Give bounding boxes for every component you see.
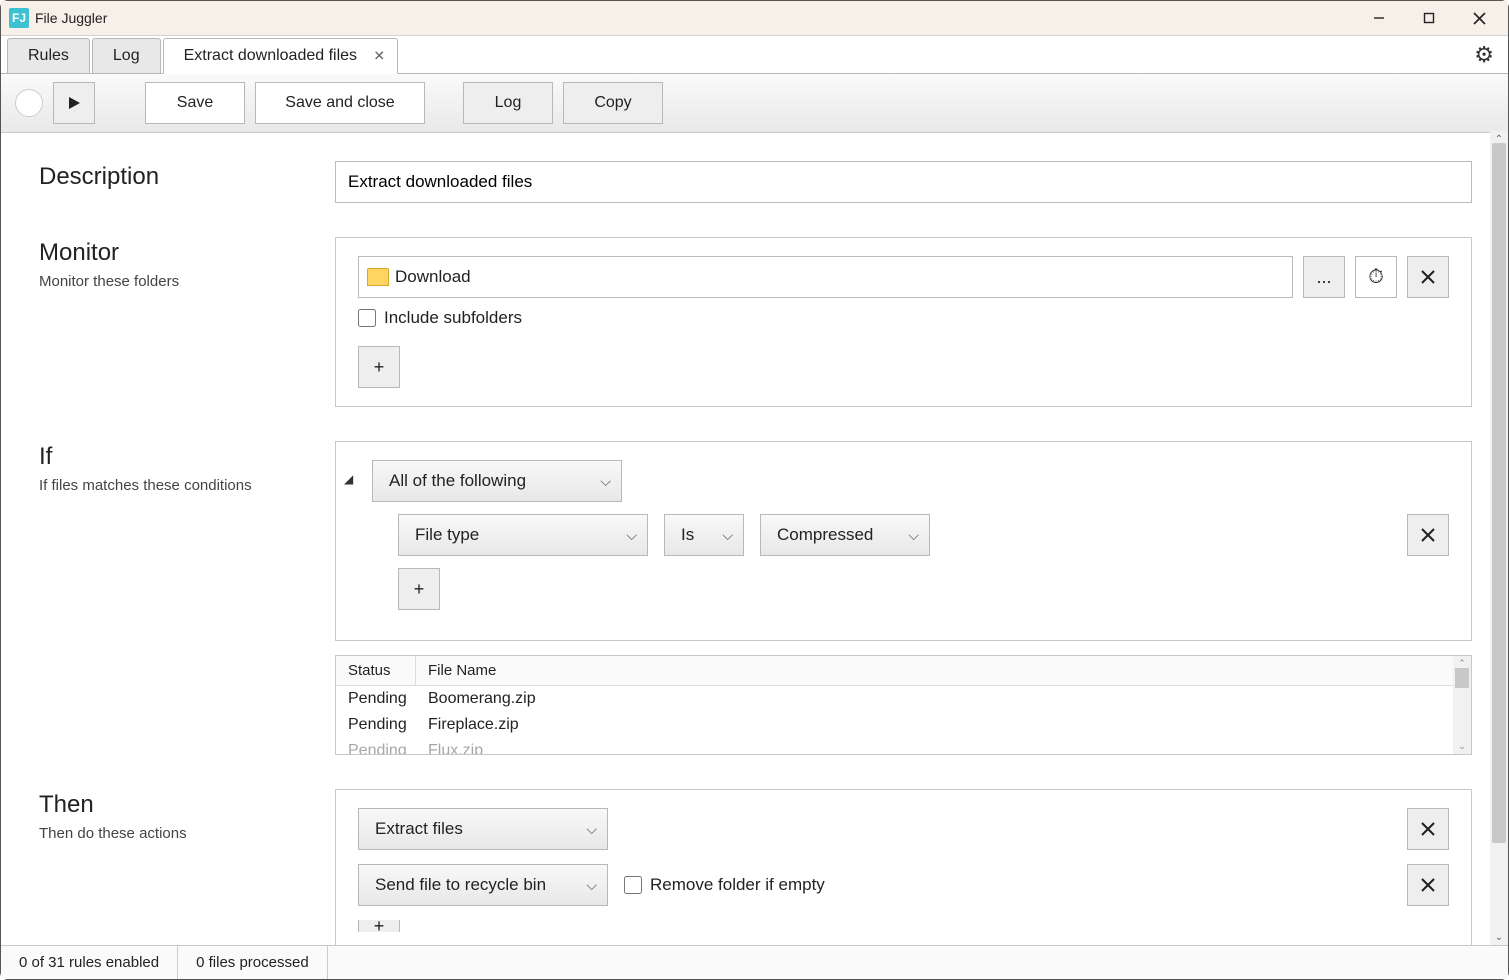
col-filename[interactable]: File Name [416, 656, 1471, 685]
then-heading: Then [39, 791, 335, 819]
description-input[interactable] [335, 161, 1472, 203]
x-icon [1421, 822, 1435, 836]
add-monitor-button[interactable]: + [358, 346, 400, 388]
tab-log[interactable]: Log [92, 38, 161, 74]
maximize-button[interactable] [1404, 1, 1454, 36]
scroll-down-icon: ⌄ [1490, 929, 1508, 945]
include-subfolders-label: Include subfolders [384, 308, 522, 328]
action2-dropdown[interactable]: Send file to recycle bin [358, 864, 608, 906]
enable-rule-toggle[interactable] [15, 89, 43, 117]
table-row[interactable]: Pending Boomerang.zip [336, 686, 1471, 712]
monitor-heading: Monitor [39, 239, 335, 267]
table-row[interactable]: Pending Fireplace.zip [336, 712, 1471, 738]
remove-condition-button[interactable] [1407, 514, 1449, 556]
matched-files-table: Status File Name Pending Boomerang.zip P… [335, 655, 1472, 755]
then-subheading: Then do these actions [39, 825, 335, 842]
scroll-down-icon: ⌄ [1453, 741, 1471, 752]
action1-dropdown[interactable]: Extract files [358, 808, 608, 850]
stopwatch-icon: ⏱ [1368, 266, 1384, 289]
condition-value-dropdown[interactable]: Compressed [760, 514, 930, 556]
monitor-remove-button[interactable] [1407, 256, 1449, 298]
app-title: File Juggler [35, 10, 107, 26]
status-rules: 0 of 31 rules enabled [1, 946, 178, 979]
main-scroll-thumb[interactable] [1492, 143, 1506, 843]
log-button[interactable]: Log [463, 82, 553, 124]
include-subfolders-checkbox[interactable] [358, 309, 376, 327]
table-scroll-thumb[interactable] [1455, 668, 1469, 688]
remove-empty-row[interactable]: Remove folder if empty [624, 875, 825, 895]
toolbar: Save Save and close Log Copy [1, 74, 1508, 133]
section-description: Description [39, 161, 1472, 203]
content-area: Description Monitor Monitor these folder… [1, 131, 1496, 945]
section-if: If If files matches these conditions ◢ A… [39, 441, 1472, 755]
save-close-button[interactable]: Save and close [255, 82, 425, 124]
description-heading: Description [39, 163, 335, 191]
remove-empty-label: Remove folder if empty [650, 875, 825, 895]
monitor-folder-value: Download [395, 267, 471, 287]
condition-field-dropdown[interactable]: File type [398, 514, 648, 556]
monitor-folder-input[interactable]: Download [358, 256, 1293, 298]
section-monitor: Monitor Monitor these folders Download .… [39, 237, 1472, 407]
play-icon [67, 96, 81, 110]
run-button[interactable] [53, 82, 95, 124]
tabs-row: Rules Log Extract downloaded files ✕ ⚙ [1, 36, 1508, 74]
table-scrollbar[interactable]: ⌃ ⌄ [1453, 656, 1471, 754]
table-row[interactable]: Pending Flux.zip [336, 738, 1471, 754]
tab-active-label: Extract downloaded files [184, 47, 357, 64]
save-button[interactable]: Save [145, 82, 245, 124]
main-scrollbar[interactable]: ⌃ ⌄ [1490, 131, 1508, 945]
tab-rules[interactable]: Rules [7, 38, 90, 74]
minimize-icon [1373, 12, 1385, 24]
section-then: Then Then do these actions Extract files… [39, 789, 1472, 945]
remove-action1-button[interactable] [1407, 808, 1449, 850]
add-action-button[interactable]: + [358, 920, 400, 932]
collapse-triangle-icon[interactable]: ◢ [344, 472, 353, 486]
x-icon [1421, 528, 1435, 542]
add-condition-button[interactable]: + [398, 568, 440, 610]
x-icon [1421, 878, 1435, 892]
close-button[interactable] [1454, 1, 1504, 36]
tab-close-icon[interactable]: ✕ [373, 48, 385, 65]
app-icon: FJ [9, 8, 29, 28]
if-subheading: If files matches these conditions [39, 477, 335, 494]
settings-gear-icon[interactable]: ⚙ [1474, 42, 1494, 68]
maximize-icon [1423, 12, 1435, 24]
statusbar: 0 of 31 rules enabled 0 files processed [1, 945, 1508, 979]
condition-group-dropdown[interactable]: All of the following [372, 460, 622, 502]
monitor-subheading: Monitor these folders [39, 273, 335, 290]
col-status[interactable]: Status [336, 656, 416, 685]
folder-icon [367, 268, 389, 286]
if-heading: If [39, 443, 335, 471]
monitor-timer-button[interactable]: ⏱ [1355, 256, 1397, 298]
copy-button[interactable]: Copy [563, 82, 663, 124]
minimize-button[interactable] [1354, 1, 1404, 36]
x-icon [1421, 270, 1435, 284]
condition-operator-dropdown[interactable]: Is [664, 514, 744, 556]
browse-folder-button[interactable]: ... [1303, 256, 1345, 298]
include-subfolders-row[interactable]: Include subfolders [358, 308, 1449, 328]
remove-action2-button[interactable] [1407, 864, 1449, 906]
close-icon [1473, 12, 1486, 25]
remove-empty-checkbox[interactable] [624, 876, 642, 894]
titlebar: FJ File Juggler [1, 1, 1508, 36]
tab-active-rule[interactable]: Extract downloaded files ✕ [163, 38, 398, 74]
status-files: 0 files processed [178, 946, 328, 979]
